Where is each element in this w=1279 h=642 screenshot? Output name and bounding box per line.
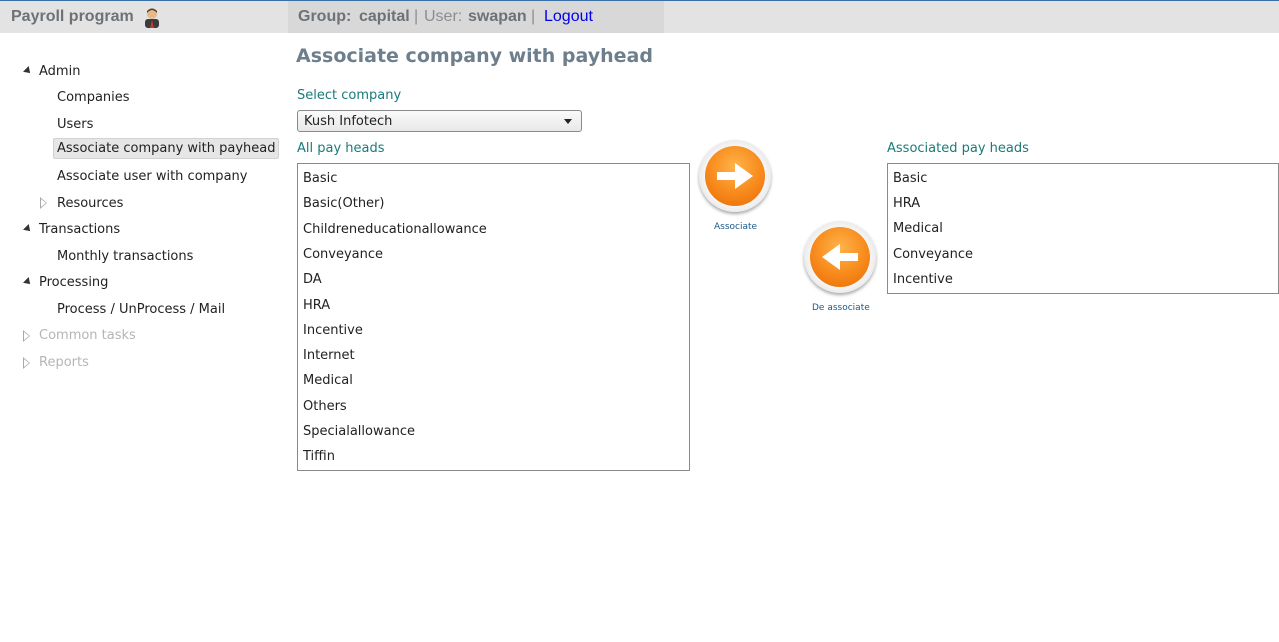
page-title: Associate company with payhead [296,45,653,67]
list-item[interactable]: HRA [893,196,920,211]
associated-pay-heads-label: Associated pay heads [887,141,1029,156]
list-item[interactable]: Childreneducationallowance [303,222,487,237]
list-item[interactable]: Conveyance [893,247,973,262]
collapsed-arrow-icon[interactable] [23,357,30,369]
collapsed-arrow-icon[interactable] [40,197,47,209]
deassociate-button[interactable] [804,221,876,293]
tree-node-process-unprocess-mail[interactable]: Process / UnProcess / Mail [57,302,225,317]
tree-node-monthly-transactions[interactable]: Monthly transactions [57,249,193,264]
list-item[interactable]: Incentive [303,323,363,338]
all-pay-heads-list[interactable]: Basic Basic(Other) Childreneducationallowa… [297,163,690,471]
list-item[interactable]: HRA [303,298,330,313]
tree-node-users[interactable]: Users [57,117,93,132]
select-company-label: Select company [297,88,402,103]
list-item[interactable]: DA [303,272,322,287]
tree-node-companies[interactable]: Companies [57,90,130,105]
list-item[interactable]: Medical [303,373,353,388]
group-value: capital [359,8,410,25]
expanded-arrow-icon[interactable] [23,277,33,287]
group-label: Group: [298,8,352,25]
separator: | [531,8,536,25]
list-item[interactable]: Basic(Other) [303,196,384,211]
deassociate-caption: De associate [812,303,870,313]
arrow-left-icon [822,244,858,270]
user-panel: Group: capital | User: swapan | Logout [288,1,664,33]
tree-node-associate-company-payhead[interactable]: Associate company with payhead [53,138,280,159]
tree-node-reports[interactable]: Reports [39,355,89,370]
list-item[interactable]: Basic [893,171,927,186]
user-avatar-icon [141,6,163,28]
list-item[interactable]: Tiffin [303,449,335,464]
collapsed-arrow-icon[interactable] [23,330,30,342]
logout-link[interactable]: Logout [544,8,593,26]
app-title: Payroll program [11,8,134,25]
expanded-arrow-icon[interactable] [23,66,33,76]
tree-node-transactions[interactable]: Transactions [39,222,120,237]
user-value: swapan [468,8,527,25]
list-item[interactable]: Conveyance [303,247,383,262]
list-item[interactable]: Others [303,399,347,414]
list-item[interactable]: Medical [893,221,943,236]
all-pay-heads-label: All pay heads [297,141,385,156]
chevron-down-icon [564,119,572,124]
separator: | [414,8,419,25]
tree-node-common-tasks[interactable]: Common tasks [39,328,136,343]
list-item[interactable]: Incentive [893,272,953,287]
expanded-arrow-icon[interactable] [23,224,33,234]
top-bar: Payroll program Group: capital | User: s… [0,0,1279,33]
associate-button[interactable] [699,140,771,212]
associate-caption: Associate [714,222,758,232]
list-item[interactable]: Specialallowance [303,424,415,439]
tree-node-admin[interactable]: Admin [39,64,80,79]
tree-node-processing[interactable]: Processing [39,275,108,290]
arrow-right-icon [717,163,753,189]
associated-pay-heads-list[interactable]: Basic HRA Medical Conveyance Incentive [887,163,1279,294]
list-item[interactable]: Basic [303,171,337,186]
tree-node-resources[interactable]: Resources [57,196,123,211]
user-label: User: [424,8,463,25]
list-item[interactable]: Internet [303,348,355,363]
company-select-value: Kush Infotech [304,114,393,129]
tree-node-associate-user-company[interactable]: Associate user with company [57,169,247,184]
company-select[interactable]: Kush Infotech [297,110,582,132]
